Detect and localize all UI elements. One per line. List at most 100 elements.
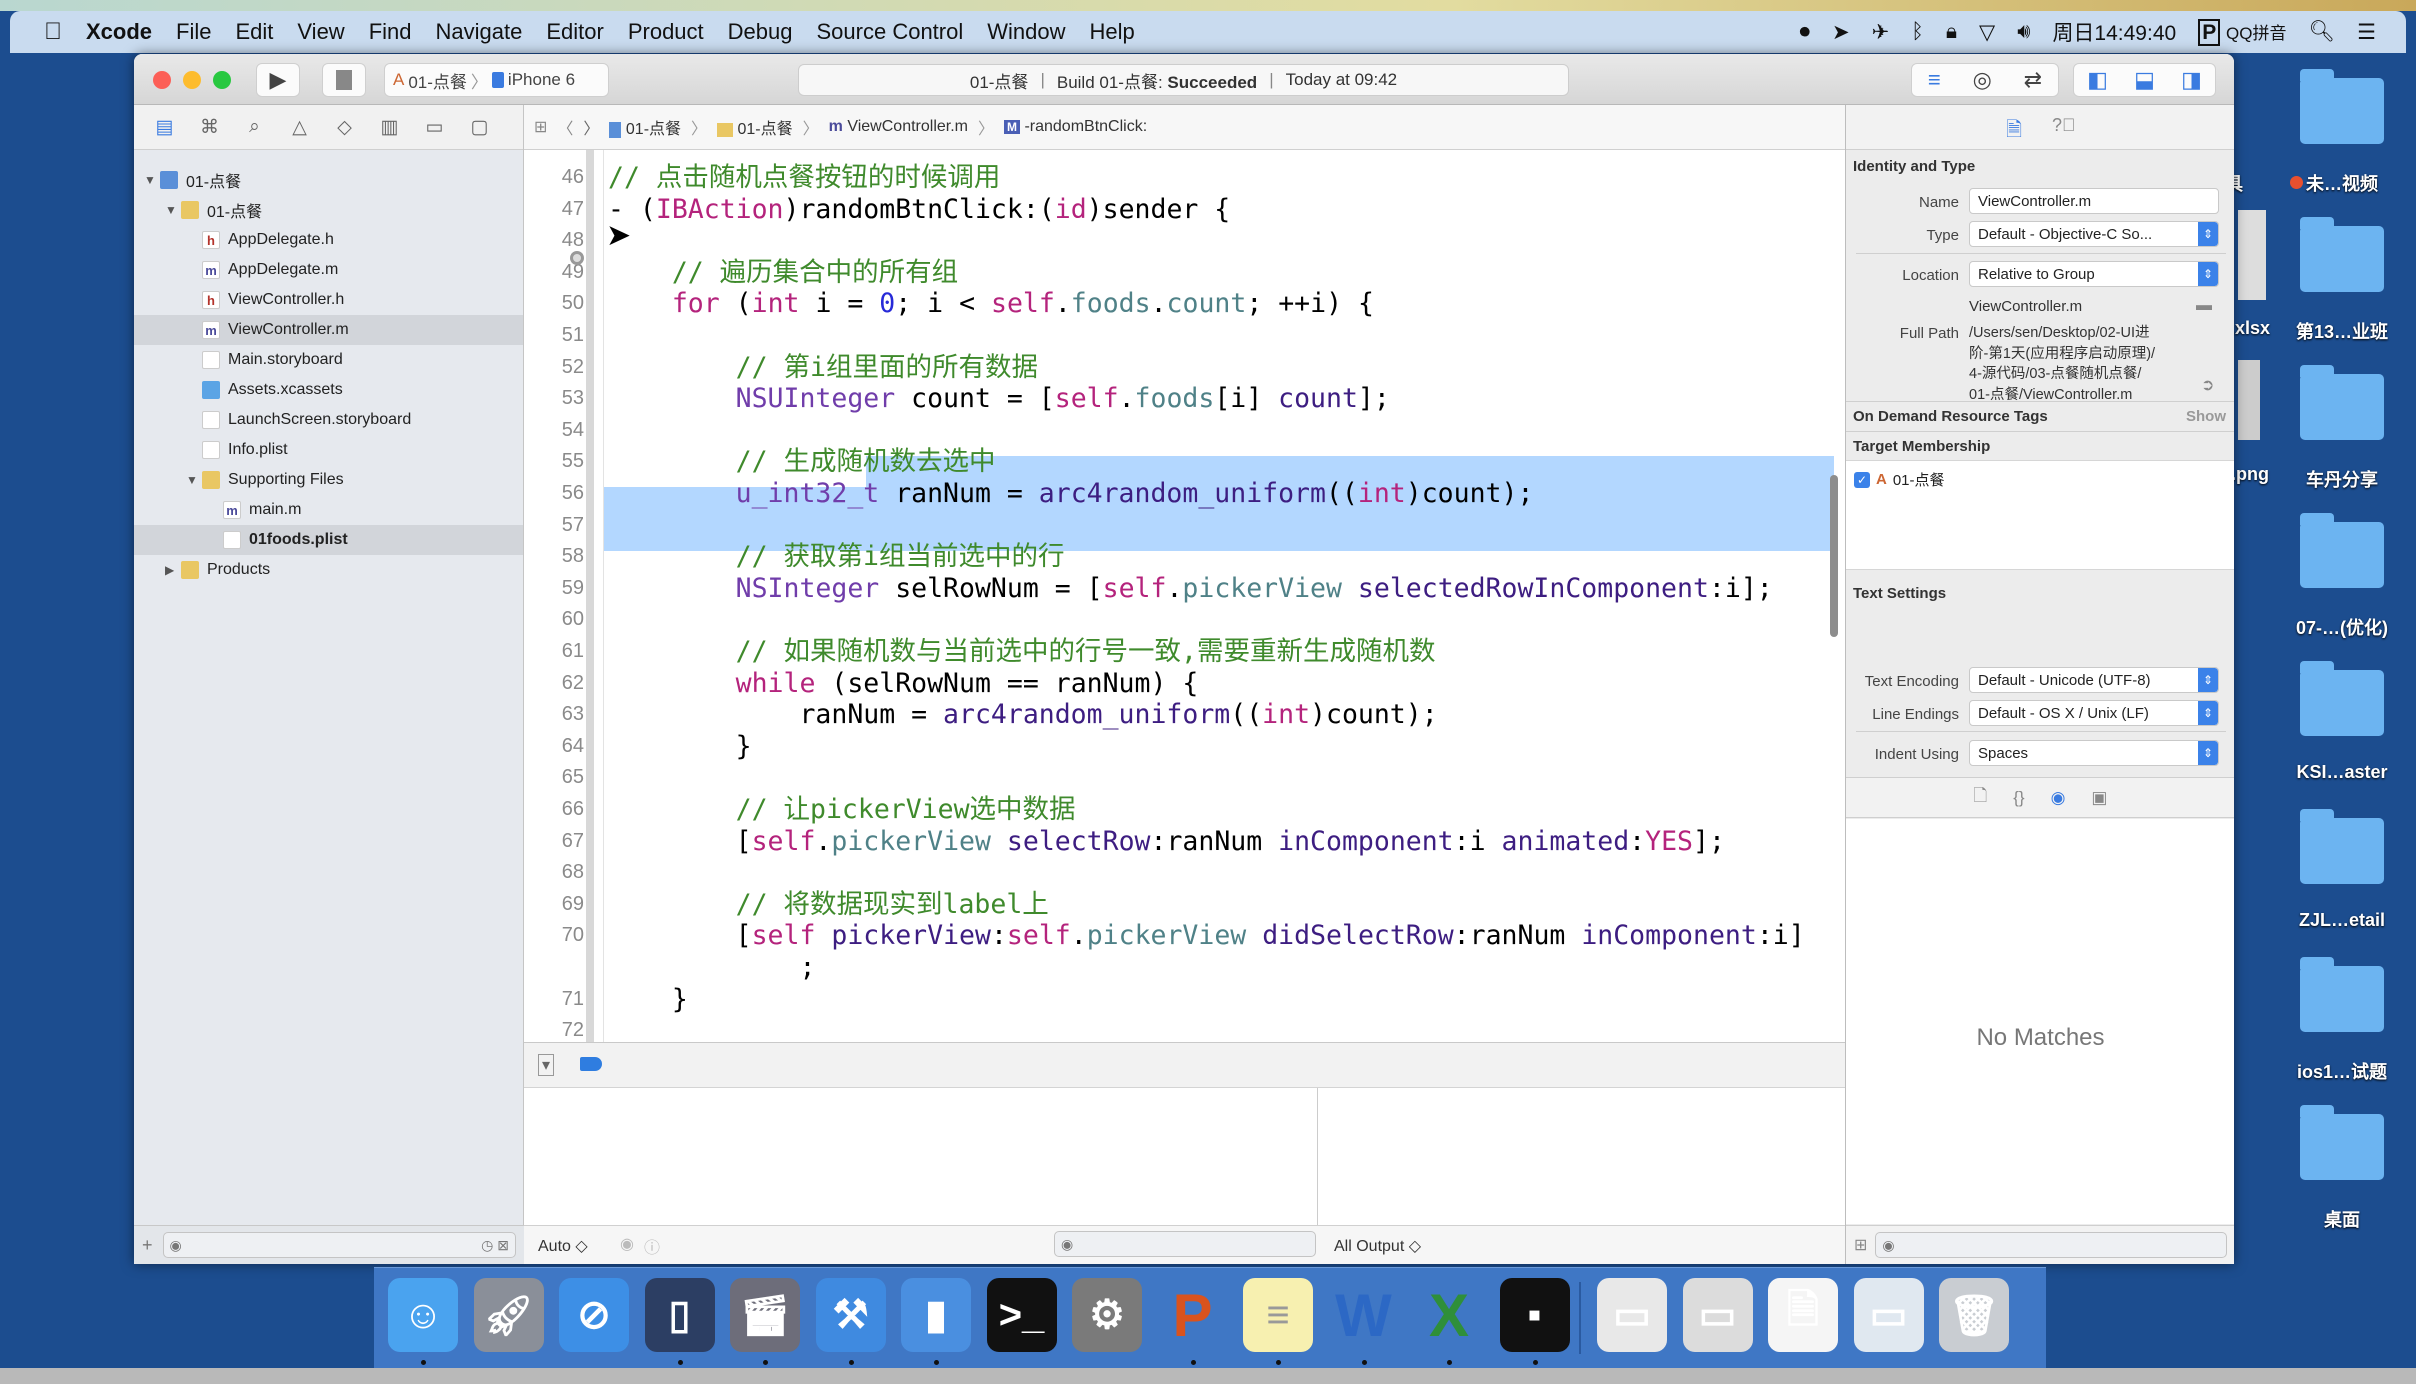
zoom-button[interactable]: [213, 71, 231, 89]
word-dock-icon[interactable]: W: [1329, 1278, 1399, 1352]
library-filter-input[interactable]: ◉: [1875, 1232, 2227, 1258]
breakpoint-navigator-icon[interactable]: ▭: [412, 116, 457, 139]
code-line[interactable]: 60: [524, 604, 1845, 636]
navigator-filter-input[interactable]: ◉ ◷ ⊠: [162, 1232, 516, 1258]
airplane-icon[interactable]: ✈: [1872, 20, 1890, 45]
standard-editor-icon[interactable]: ≡: [1928, 67, 1941, 93]
code-line[interactable]: 65: [524, 762, 1845, 794]
desktop-folder-label[interactable]: ios1…试题: [2267, 1058, 2416, 1084]
code-line[interactable]: 50 for (int i = 0; i < self.foods.count;…: [524, 288, 1845, 320]
code-line[interactable]: 52 // 第i组里面的所有数据: [524, 352, 1845, 384]
code-line[interactable]: 66 // 让pickerView选中数据: [524, 794, 1845, 826]
menu-view[interactable]: View: [297, 19, 344, 45]
notes-dock-icon[interactable]: ≡: [1243, 1278, 1313, 1352]
menu-find[interactable]: Find: [369, 19, 412, 45]
input-method[interactable]: P QQ拼音: [2198, 19, 2287, 46]
mouse-dock-icon[interactable]: ▯: [644, 1278, 715, 1352]
tree-item[interactable]: ▼ 01-点餐: [134, 195, 523, 225]
related-items-icon[interactable]: ⊞: [534, 117, 547, 137]
add-icon[interactable]: +: [142, 1235, 153, 1256]
desktop-folder-label[interactable]: 07-…(优化): [2267, 614, 2416, 640]
code-line[interactable]: ;: [524, 952, 1845, 984]
tree-item[interactable]: ▼ 01-点餐: [134, 165, 523, 195]
code-line[interactable]: 59 NSInteger selRowNum = [self.pickerVie…: [524, 573, 1845, 605]
location-icon[interactable]: ➤: [1832, 20, 1850, 45]
xcode-dock-icon[interactable]: ⚒: [815, 1278, 886, 1352]
terminal-dock-icon[interactable]: >_: [986, 1278, 1057, 1352]
simulator-dock-icon[interactable]: ▮: [901, 1278, 971, 1352]
trash-dock-icon[interactable]: 🗑︎: [1939, 1278, 2009, 1352]
tree-item[interactable]: m AppDelegate.m: [134, 255, 523, 285]
assistant-editor-icon[interactable]: ◎: [1973, 67, 1992, 93]
code-line[interactable]: 70 [self pickerView:self.pickerView didS…: [524, 920, 1845, 952]
tree-item[interactable]: h AppDelegate.h: [134, 225, 523, 255]
preview-dock-icon[interactable]: ▭: [1853, 1278, 1924, 1352]
code-line[interactable]: 71 }: [524, 984, 1845, 1016]
disclosure-expanded-icon[interactable]: ▼: [186, 473, 202, 487]
imovie-dock-icon[interactable]: 🎬︎: [730, 1278, 800, 1352]
console-dock-icon[interactable]: ▪: [1499, 1278, 1570, 1352]
code-line[interactable]: 72: [524, 1015, 1845, 1042]
type-select[interactable]: Default - Objective-C So... ⇕: [1969, 221, 2219, 247]
recent-files-icon[interactable]: ◷: [481, 1237, 493, 1254]
hide-debug-area-icon[interactable]: ▾: [538, 1054, 555, 1076]
version-editor-icon[interactable]: ⇄: [2024, 67, 2042, 93]
desktop-folder-label[interactable]: ZJL…etail: [2267, 910, 2416, 931]
grid-view-icon[interactable]: ⊞: [1854, 1235, 1867, 1255]
target-row[interactable]: ✓ A 01-点餐: [1854, 469, 1945, 490]
folder-icon[interactable]: [2300, 957, 2384, 1032]
quick-look-icon[interactable]: ◉: [620, 1234, 634, 1254]
tree-item[interactable]: h ViewController.h: [134, 285, 523, 315]
variables-scope-select[interactable]: Auto ◇: [538, 1236, 588, 1256]
menu-product[interactable]: Product: [628, 19, 704, 45]
document-dock-icon[interactable]: 🗎︎: [1768, 1278, 1838, 1352]
name-field[interactable]: ViewController.m: [1969, 188, 2219, 214]
test-navigator-icon[interactable]: ◇: [322, 116, 367, 139]
breadcrumb-file[interactable]: m ViewController.m: [829, 118, 968, 136]
toggle-debug-area-icon[interactable]: ⬓: [2134, 67, 2155, 93]
code-line[interactable]: 69 // 将数据现实到label上: [524, 889, 1845, 921]
variables-filter-input[interactable]: ◉: [1054, 1231, 1316, 1257]
breakpoints-toggle-icon[interactable]: [580, 1057, 602, 1071]
powerpoint-dock-icon[interactable]: P: [1158, 1278, 1228, 1352]
apple-icon[interactable]: : [44, 18, 62, 46]
folder-icon[interactable]: [2300, 513, 2384, 588]
code-line[interactable]: 64 }: [524, 731, 1845, 763]
wifi-icon[interactable]: ▽: [1979, 20, 1995, 45]
file-inspector-icon[interactable]: 🗎︎: [2006, 115, 2022, 149]
desktop-folder-label[interactable]: 桌面: [2267, 1206, 2416, 1232]
window-2-dock-icon[interactable]: ▭: [1682, 1278, 1753, 1352]
tree-item[interactable]: ▼ Supporting Files: [134, 465, 523, 495]
folder-icon[interactable]: [2300, 69, 2384, 144]
code-line[interactable]: 55 // 生成随机数去选中: [524, 446, 1845, 478]
odr-show-button[interactable]: Show: [2186, 408, 2226, 425]
info-icon[interactable]: ⓘ: [644, 1234, 660, 1258]
volume-icon[interactable]: 🔊︎: [2017, 20, 2030, 44]
menu-edit[interactable]: Edit: [235, 19, 273, 45]
clock[interactable]: 周日14:49:40: [2052, 17, 2176, 47]
tree-item[interactable]: m ViewController.m: [134, 315, 523, 345]
close-button[interactable]: [153, 71, 171, 89]
disclosure-expanded-icon[interactable]: ▼: [165, 203, 181, 217]
safari-dock-icon[interactable]: ⊘: [559, 1278, 629, 1352]
file-template-library-icon[interactable]: 🗋︎: [1974, 783, 1988, 812]
tree-item[interactable]: Main.storyboard: [134, 345, 523, 375]
report-navigator-icon[interactable]: ▢: [457, 116, 502, 139]
code-line[interactable]: 63 ranNum = arc4random_uniform((int)coun…: [524, 699, 1845, 731]
code-snippet-library-icon[interactable]: {}: [2013, 788, 2024, 808]
find-navigator-icon[interactable]: ⌕: [232, 116, 277, 138]
launchpad-dock-icon[interactable]: 🚀︎: [473, 1278, 544, 1352]
folder-icon[interactable]: [2300, 809, 2384, 884]
code-line[interactable]: 54: [524, 415, 1845, 447]
breadcrumb-group[interactable]: 01-点餐: [717, 115, 793, 139]
toggle-navigator-icon[interactable]: ◧: [2087, 67, 2108, 93]
menu-source-control[interactable]: Source Control: [817, 19, 964, 45]
quick-help-icon[interactable]: ?⃝: [2052, 115, 2076, 136]
ib-connection-icon[interactable]: [570, 251, 584, 265]
code-line[interactable]: 57: [524, 510, 1845, 542]
folder-icon[interactable]: [2300, 1105, 2384, 1180]
desktop-folder-label[interactable]: 车丹分享: [2267, 466, 2416, 492]
menu-window[interactable]: Window: [987, 19, 1065, 45]
console-output-select[interactable]: All Output ◇: [1334, 1236, 1421, 1256]
menu-editor[interactable]: Editor: [546, 19, 603, 45]
